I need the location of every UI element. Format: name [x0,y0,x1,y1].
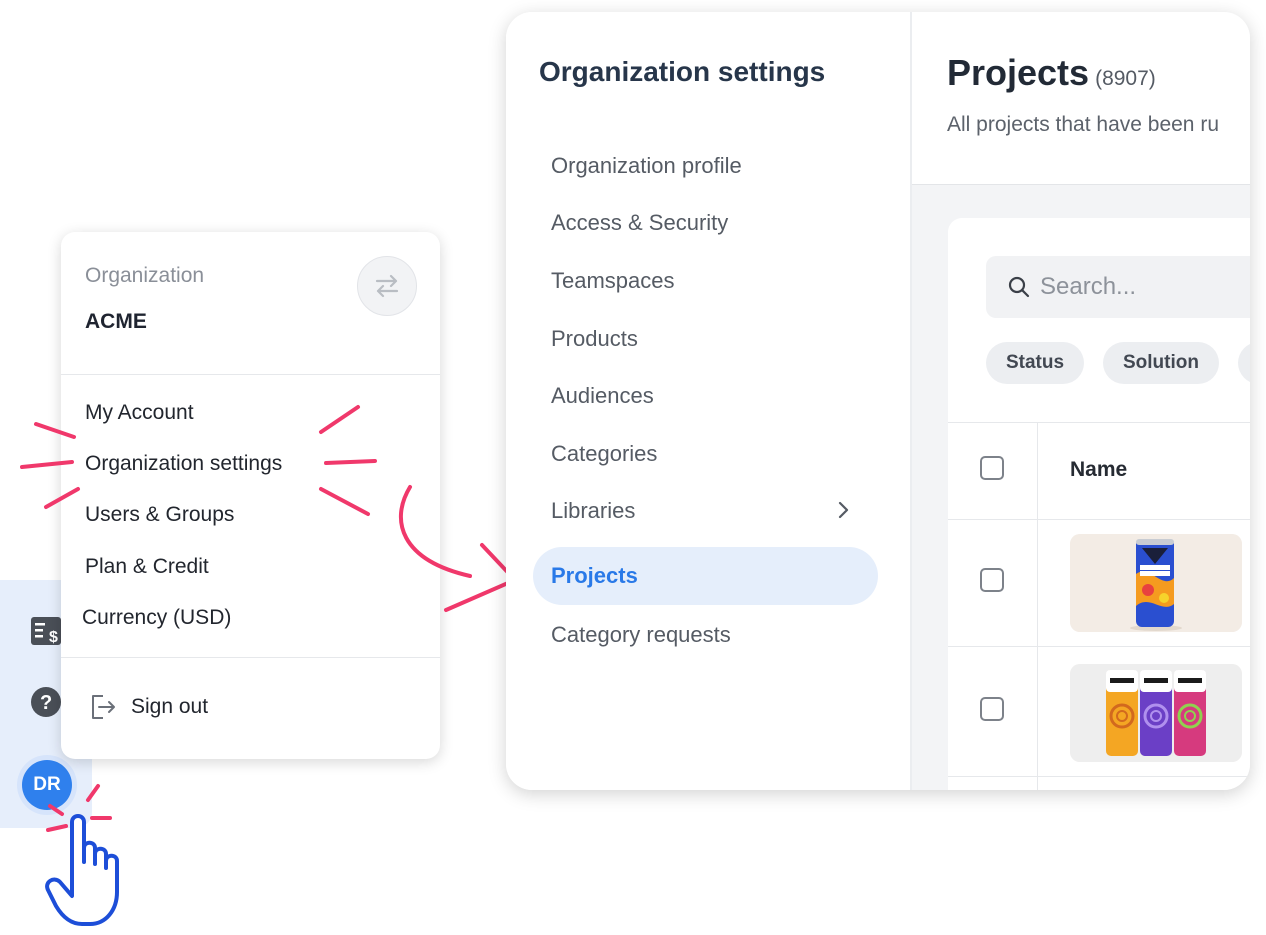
row-checkbox[interactable] [980,568,1004,592]
settings-window: Organization settings Organization profi… [506,12,1250,790]
column-header-name[interactable]: Name [1070,458,1127,482]
select-all-checkbox[interactable] [980,456,1004,480]
nav-item-teamspaces[interactable]: Teamspaces [551,268,675,294]
filter-more[interactable] [1238,342,1250,384]
projects-subtitle: All projects that have been ru [947,113,1219,136]
nav-item-audiences[interactable]: Audiences [551,383,654,409]
projects-table-panel: Search... Status Solution Name [948,218,1250,790]
page-title: Projects (8907) [947,52,1156,94]
row-divider [948,776,1250,777]
row-divider [948,646,1250,647]
filter-solution[interactable]: Solution [1103,342,1219,384]
org-name: ACME [85,310,147,333]
vivid-spark-can-image [1070,534,1242,632]
avatar[interactable]: DR [22,760,72,810]
settings-title: Organization settings [539,56,826,87]
account-menu: Organization ACME My Account Organizatio… [61,232,440,759]
switch-org-button[interactable] [357,256,417,316]
menu-item-my-account[interactable]: My Account [85,401,194,425]
menu-divider [61,374,440,375]
svg-text:$: $ [49,629,58,646]
avatar-initials: DR [33,774,61,795]
menu-item-organization-settings[interactable]: Organization settings [85,452,282,476]
nav-item-products[interactable]: Products [551,326,638,352]
filter-status[interactable]: Status [986,342,1084,384]
billing-icon[interactable]: $ [30,615,62,647]
nav-item-libraries[interactable]: Libraries [551,498,635,524]
chevron-right-icon[interactable] [836,500,852,520]
projects-title: Projects [947,52,1090,93]
menu-divider [61,657,440,658]
projects-content: Projects (8907) All projects that have be… [912,12,1250,790]
filter-status-label: Status [1005,352,1065,373]
projects-count: (8907) [1095,67,1156,90]
search-input[interactable]: Search... [986,256,1250,318]
svg-text:?: ? [40,692,52,714]
search-icon [1008,276,1030,298]
nav-item-access-security[interactable]: Access & Security [551,210,728,236]
nav-item-organization-profile[interactable]: Organization profile [551,153,742,179]
search-placeholder: Search... [1040,273,1137,300]
nav-item-category-requests[interactable]: Category requests [551,622,731,648]
surge-ritual-cans-image [1070,664,1242,762]
hand-cursor-icon [45,814,119,926]
help-icon[interactable]: ? [30,686,62,718]
menu-item-users-groups[interactable]: Users & Groups [85,503,234,527]
row-checkbox[interactable] [980,697,1004,721]
sign-out-icon [92,695,115,719]
org-label: Organization [85,264,205,287]
nav-item-categories[interactable]: Categories [551,441,657,467]
arrow-head [444,543,519,612]
project-thumbnail[interactable] [1070,664,1242,762]
column-divider [1037,422,1038,790]
sign-out-label: Sign out [131,695,209,718]
sign-out-button[interactable]: Sign out [87,692,208,722]
projects-header: Projects (8907) All projects that have be… [912,12,1250,185]
swap-arrows-icon [375,274,399,298]
project-thumbnail[interactable] [1070,534,1242,632]
menu-item-plan-credit[interactable]: Plan & Credit [85,555,209,579]
settings-sidebar: Organization settings Organization profi… [506,12,912,790]
nav-item-projects-label: Projects [551,563,638,588]
menu-item-currency[interactable]: Currency (USD) [82,606,231,630]
filter-solution-label: Solution [1123,352,1199,373]
